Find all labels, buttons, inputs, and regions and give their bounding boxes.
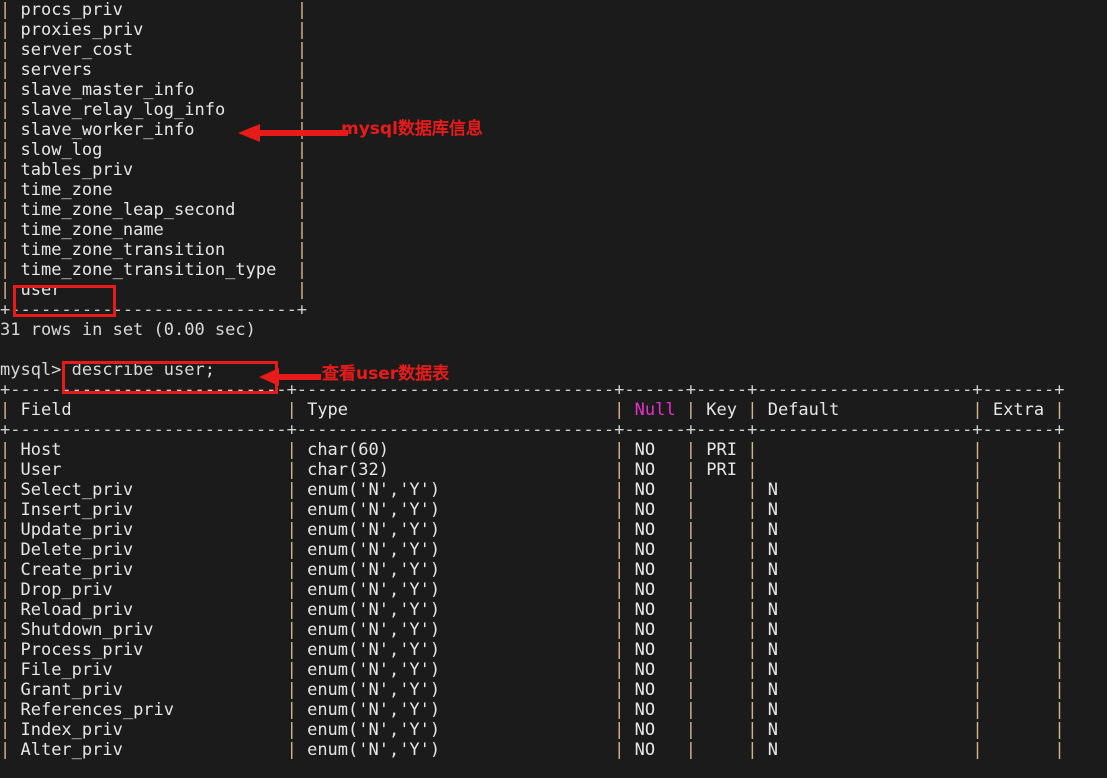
table-list-row: | slave_relay_log_info | [0, 100, 308, 120]
describe-data-row: | Process_priv | enum('N','Y') | NO | | … [0, 640, 1065, 660]
describe-data-row: | Delete_priv | enum('N','Y') | NO | | N… [0, 540, 1065, 560]
describe-header-row: | Field | Type | Null | Key | Default | … [0, 400, 1065, 420]
describe-data-row: | Drop_priv | enum('N','Y') | NO | | N |… [0, 580, 1065, 600]
describe-data-row: | Select_priv | enum('N','Y') | NO | | N… [0, 480, 1065, 500]
table-list-row: | servers | [0, 60, 308, 80]
table-list-row: | proxies_priv | [0, 20, 308, 40]
describe-data-row: | Host | char(60) | NO | PRI | | | [0, 440, 1065, 460]
describe-data-row: | Index_priv | enum('N','Y') | NO | | N … [0, 720, 1065, 740]
result-status: 31 rows in set (0.00 sec) [0, 320, 256, 340]
table-list-row: | slave_master_info | [0, 80, 308, 100]
describe-data-row: | User | char(32) | NO | PRI | | | [0, 460, 1065, 480]
describe-data-row: | Shutdown_priv | enum('N','Y') | NO | |… [0, 620, 1065, 640]
annotation-label-db-info: mysql数据库信息 [341, 119, 483, 139]
describe-data-row: | References_priv | enum('N','Y') | NO |… [0, 700, 1065, 720]
table-list-bottom-border: +----------------------------+ [0, 300, 308, 320]
describe-data-row: | Create_priv | enum('N','Y') | NO | | N… [0, 560, 1065, 580]
describe-top-border: +---------------------------+-----------… [0, 380, 1065, 400]
table-list-row: | time_zone | [0, 180, 308, 200]
describe-data-row: | Grant_priv | enum('N','Y') | NO | | N … [0, 680, 1065, 700]
annotation-label-view-user: 查看user数据表 [322, 364, 450, 384]
terminal-screen: | procs_priv | | proxies_priv | | server_c… [0, 0, 1107, 778]
terminal-output: | procs_priv | | proxies_priv | | server_c… [0, 0, 1107, 760]
describe-data-row: | Alter_priv | enum('N','Y') | NO | | N … [0, 740, 1065, 760]
table-list-row: | server_cost | [0, 40, 308, 60]
table-list-row: | slave_worker_info | [0, 120, 308, 140]
describe-data-row: | Reload_priv | enum('N','Y') | NO | | N… [0, 600, 1065, 620]
table-list-row: | time_zone_name | [0, 220, 308, 240]
describe-data-row: | Insert_priv | enum('N','Y') | NO | | N… [0, 500, 1065, 520]
describe-header-border: +---------------------------+-----------… [0, 420, 1065, 440]
table-list-row: | slow_log | [0, 140, 308, 160]
prompt-line: mysql> describe user; [0, 360, 215, 380]
describe-data-row: | Update_priv | enum('N','Y') | NO | | N… [0, 520, 1065, 540]
describe-data-row: | File_priv | enum('N','Y') | NO | | N |… [0, 660, 1065, 680]
table-list-row: | user | [0, 280, 308, 300]
table-list-row: | time_zone_transition_type | [0, 260, 308, 280]
table-list-row: | procs_priv | [0, 0, 308, 20]
table-list-row: | time_zone_transition | [0, 240, 308, 260]
table-list-row: | tables_priv | [0, 160, 308, 180]
table-list-row: | time_zone_leap_second | [0, 200, 308, 220]
